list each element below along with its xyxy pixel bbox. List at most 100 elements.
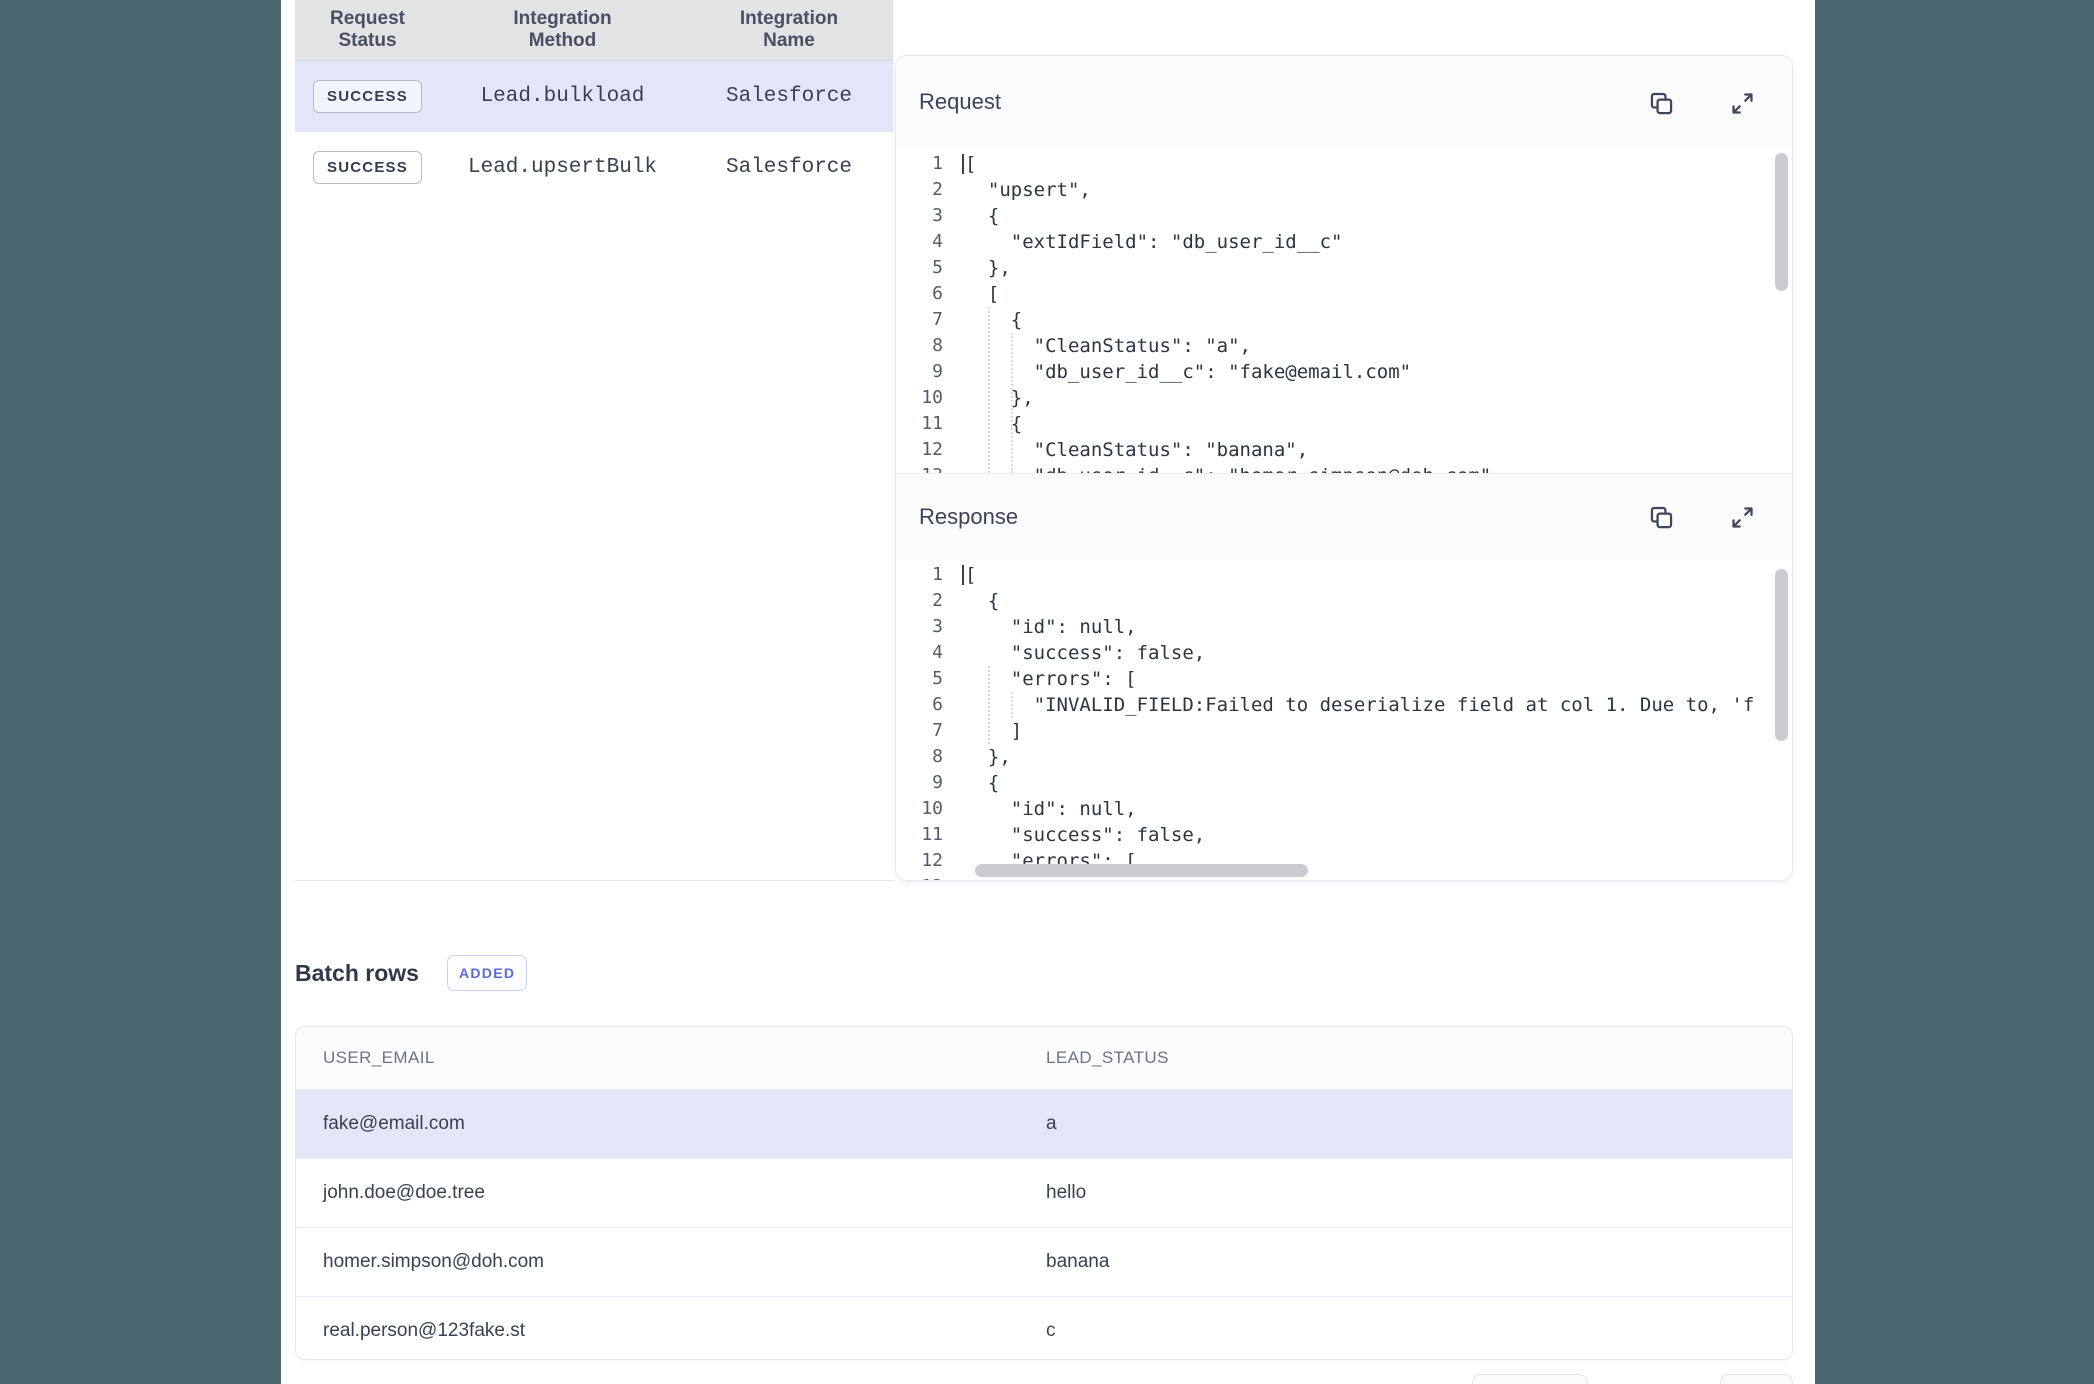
line-number: 8 xyxy=(896,744,943,770)
code-line: "extIdField": "db_user_id__c" xyxy=(943,229,1343,255)
table-row[interactable]: SUCCESS Lead.upsertBulk Salesforce xyxy=(295,132,893,203)
copy-icon xyxy=(1648,504,1675,531)
user-email-cell: real.person@123fake.st xyxy=(296,1320,1046,1342)
code-line: "upsert", xyxy=(943,177,1091,203)
line-number: 4 xyxy=(896,640,943,666)
line-number: 3 xyxy=(896,614,943,640)
integration-name-cell: Salesforce xyxy=(685,85,893,108)
code-line: }, xyxy=(943,255,1011,281)
response-panel-title: Response xyxy=(919,504,1018,530)
line-number: 13 xyxy=(896,463,943,473)
indent-guide xyxy=(988,307,990,473)
line-number: 3 xyxy=(896,203,943,229)
line-number: 7 xyxy=(896,307,943,333)
request-vertical-scrollbar-thumb[interactable] xyxy=(1775,153,1788,291)
code-line: ] xyxy=(943,718,1022,744)
code-line: "id": null, xyxy=(943,796,1137,822)
line-number: 12 xyxy=(896,437,943,463)
status-badge: SUCCESS xyxy=(313,151,422,184)
code-line: "CleanStatus": "banana", xyxy=(943,437,1308,463)
line-number: 10 xyxy=(896,796,943,822)
copy-button[interactable] xyxy=(1642,84,1680,122)
response-code-editor[interactable]: 1[ 2 { 3 "id": null, 4 "success": false,… xyxy=(896,559,1792,881)
batch-rows-header: Batch rows ADDED xyxy=(295,955,527,991)
code-line: { xyxy=(943,588,999,614)
code-line: { xyxy=(943,770,999,796)
left-side-band xyxy=(0,0,281,1384)
batch-table-header: USER_EMAIL LEAD_STATUS xyxy=(296,1027,1792,1090)
request-response-card: Request 1[ 2 "upsert", 3 { 4 "extIdField… xyxy=(895,55,1793,881)
code-line: [ xyxy=(943,562,976,588)
text-cursor xyxy=(962,565,964,585)
line-number: 6 xyxy=(896,692,943,718)
batch-rows-table: USER_EMAIL LEAD_STATUS fake@email.com a … xyxy=(295,1026,1793,1360)
lead-status-cell: c xyxy=(1046,1320,1792,1342)
expand-icon xyxy=(1729,90,1756,117)
response-horizontal-scrollbar-thumb[interactable] xyxy=(975,864,1308,877)
code-line: }, xyxy=(943,744,1011,770)
code-line: "errors": [ xyxy=(943,666,1137,692)
added-badge: ADDED xyxy=(447,955,527,991)
table-row[interactable]: homer.simpson@doh.com banana xyxy=(296,1227,1792,1296)
requests-table: Request Status Integration Method Integr… xyxy=(295,0,893,203)
line-number: 9 xyxy=(896,359,943,385)
line-number: 11 xyxy=(896,411,943,437)
status-badge: SUCCESS xyxy=(313,80,422,113)
table-row[interactable]: real.person@123fake.st c xyxy=(296,1296,1792,1360)
code-line: [ xyxy=(943,151,976,177)
code-line: "db_user_id__c": "homer.simpson@doh.com" xyxy=(943,463,1491,473)
line-number: 5 xyxy=(896,255,943,281)
code-line: { xyxy=(943,203,999,229)
user-email-cell: john.doe@doe.tree xyxy=(296,1182,1046,1204)
table-bottom-border xyxy=(295,880,895,881)
indent-guide xyxy=(1011,333,1013,473)
lead-status-cell: hello xyxy=(1046,1182,1792,1204)
right-side-band xyxy=(1815,0,2094,1384)
line-number: 11 xyxy=(896,822,943,848)
batch-rows-heading: Batch rows xyxy=(295,960,419,987)
code-line: [ xyxy=(943,281,999,307)
copy-button[interactable] xyxy=(1642,498,1680,536)
code-line: "db_user_id__c": "fake@email.com" xyxy=(943,359,1411,385)
line-number: 7 xyxy=(896,718,943,744)
code-line: "success": false, xyxy=(943,640,1205,666)
expand-icon xyxy=(1729,504,1756,531)
code-line: "id": null, xyxy=(943,614,1137,640)
lead-status-cell: a xyxy=(1046,1113,1792,1135)
response-vertical-scrollbar-thumb[interactable] xyxy=(1775,569,1788,741)
indent-guide xyxy=(988,666,990,744)
table-row[interactable]: john.doe@doe.tree hello xyxy=(296,1158,1792,1227)
method-cell: Lead.upsertBulk xyxy=(440,156,685,179)
header-lead-status: LEAD_STATUS xyxy=(1046,1048,1792,1068)
line-number: 13 xyxy=(896,874,943,881)
line-number: 2 xyxy=(896,177,943,203)
code-line: "INVALID_FIELD:Failed to deserialize fie… xyxy=(943,692,1754,718)
expand-button[interactable] xyxy=(1723,498,1761,536)
indent-guide xyxy=(1011,692,1013,718)
line-number: 8 xyxy=(896,333,943,359)
table-row[interactable]: SUCCESS Lead.bulkload Salesforce xyxy=(295,61,893,132)
code-line xyxy=(943,874,965,881)
screen: Request Status Integration Method Integr… xyxy=(0,0,2094,1384)
request-panel-title: Request xyxy=(919,89,1001,115)
copy-icon xyxy=(1648,90,1675,117)
table-row[interactable]: fake@email.com a xyxy=(296,1090,1792,1158)
line-number: 4 xyxy=(896,229,943,255)
expand-button[interactable] xyxy=(1723,84,1761,122)
pagination-button-previous[interactable] xyxy=(1472,1374,1588,1384)
requests-table-header: Request Status Integration Method Integr… xyxy=(295,0,893,61)
line-number: 5 xyxy=(896,666,943,692)
text-cursor xyxy=(962,154,964,174)
line-number: 9 xyxy=(896,770,943,796)
user-email-cell: homer.simpson@doh.com xyxy=(296,1251,1046,1273)
header-integration-name: Integration Name xyxy=(685,0,893,60)
line-number: 1 xyxy=(896,562,943,588)
code-line: "success": false, xyxy=(943,822,1205,848)
header-user-email: USER_EMAIL xyxy=(296,1048,1046,1068)
line-number: 10 xyxy=(896,385,943,411)
line-number: 12 xyxy=(896,848,943,874)
pagination-button-next[interactable] xyxy=(1720,1374,1793,1384)
line-number: 2 xyxy=(896,588,943,614)
user-email-cell: fake@email.com xyxy=(296,1113,1046,1135)
request-code-editor[interactable]: 1[ 2 "upsert", 3 { 4 "extIdField": "db_u… xyxy=(896,148,1792,473)
